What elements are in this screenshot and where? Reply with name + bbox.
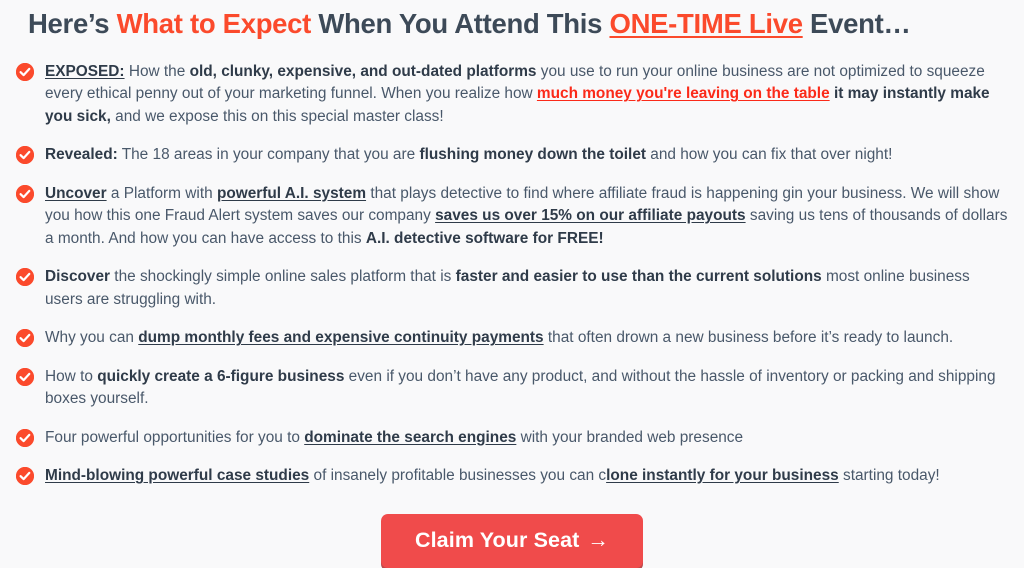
headline-part-1: Here’s <box>28 8 117 39</box>
text-segment: How the <box>124 62 190 80</box>
bullet-six-figure: How to quickly create a 6-figure busines… <box>14 366 1010 411</box>
bullet-search-engines: Four powerful opportunities for you to d… <box>14 427 1010 449</box>
bullet-discover: Discover the shockingly simple online sa… <box>14 266 1010 311</box>
text-segment: Why you can <box>45 329 139 347</box>
benefits-list: EXPOSED: How the old, clunky, expensive,… <box>14 61 1010 488</box>
page-title: Here’s What to Expect When You Attend Th… <box>14 0 1010 42</box>
landing-page-section: Here’s What to Expect When You Attend Th… <box>0 0 1024 568</box>
text-segment: a Platform with <box>106 184 217 202</box>
text-segment: and we expose this on this special maste… <box>110 107 444 125</box>
text-segment: The 18 areas in your company that you ar… <box>117 146 420 164</box>
text-segment: powerful A.I. system <box>216 184 367 202</box>
headline-part-3: Event… <box>802 8 911 39</box>
text-segment: starting today! <box>838 467 940 485</box>
text-segment: and how you can fix that over night! <box>646 146 893 164</box>
bullet-revealed: Revealed: The 18 areas in your company t… <box>14 144 1010 166</box>
text-segment: saves us over 15% on our affiliate payou… <box>435 207 746 225</box>
text-segment: Four powerful opportunities for you to <box>45 428 305 446</box>
text-segment: dominate the search engines <box>304 428 517 446</box>
bullet-case-studies: Mind-blowing powerful case studies of in… <box>14 465 1010 487</box>
text-segment: flushing money down the toilet <box>419 146 647 164</box>
text-segment[interactable]: much money you're leaving on the table <box>537 85 830 102</box>
text-segment: How to <box>45 367 98 385</box>
bullet-exposed: EXPOSED: How the old, clunky, expensive,… <box>14 61 1010 128</box>
text-segment: Mind-blowing powerful case studies <box>45 467 310 485</box>
text-segment: faster and easier to use than the curren… <box>455 268 822 286</box>
text-segment: that often drown a new business before i… <box>543 329 954 347</box>
check-circle-icon <box>16 268 34 287</box>
text-segment: Revealed: <box>45 146 118 164</box>
bullet-dump-fees: Why you can dump monthly fees and expens… <box>14 327 1010 349</box>
arrow-right-icon: → <box>587 527 609 552</box>
text-segment: the shockingly simple online sales platf… <box>110 268 456 286</box>
text-segment: dump monthly fees and expensive continui… <box>138 329 544 347</box>
check-circle-icon <box>16 428 34 447</box>
text-segment: EXPOSED: <box>45 62 125 80</box>
text-segment: quickly create a 6-figure business <box>97 367 345 385</box>
cta-label: Claim Your Seat <box>414 527 580 552</box>
check-circle-icon <box>16 367 34 386</box>
text-segment: Discover <box>45 268 111 286</box>
check-circle-icon <box>16 62 34 81</box>
check-circle-icon <box>16 467 34 486</box>
headline-accent-one-time-live: ONE-TIME Live <box>609 8 803 39</box>
text-segment: A.I. detective software for FREE! <box>365 229 604 247</box>
bullet-uncover: Uncover a Platform with powerful A.I. sy… <box>14 183 1010 250</box>
text-segment: lone instantly for your business <box>606 467 839 485</box>
headline-part-2: When You Attend This <box>311 8 610 39</box>
check-circle-icon <box>16 184 34 203</box>
check-circle-icon <box>16 146 34 165</box>
text-segment: of insanely profitable businesses you ca… <box>309 467 607 485</box>
text-segment: Uncover <box>45 184 107 202</box>
check-circle-icon <box>16 329 34 348</box>
headline-accent-what-to-expect: What to Expect <box>116 8 312 39</box>
text-segment: old, clunky, expensive, and out-dated pl… <box>189 62 537 80</box>
text-segment: with your branded web presence <box>516 428 744 446</box>
